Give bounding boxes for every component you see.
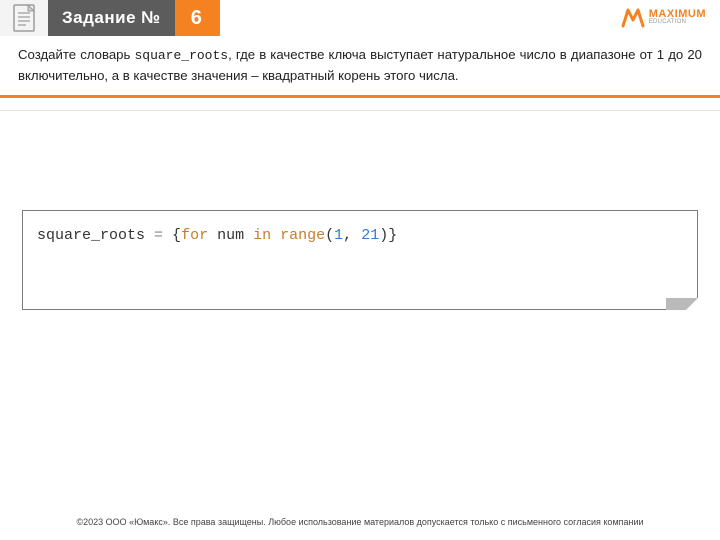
grey-divider — [0, 110, 720, 111]
code-token-builtin: range — [280, 227, 325, 244]
code-token: square_roots — [37, 227, 154, 244]
code-token: , — [343, 227, 361, 244]
code-token: ( — [325, 227, 334, 244]
orange-divider — [0, 95, 720, 98]
brand-logo: MAXIMUM EDUCATION — [621, 6, 706, 28]
code-line: square_roots = {for num in range(1, 21)} — [37, 227, 683, 244]
code-token: num — [208, 227, 253, 244]
task-description-wrap: Создайте словарь square_roots, где в кач… — [0, 36, 720, 95]
code-area: square_roots = {for num in range(1, 21)} — [22, 210, 698, 310]
code-token-number: 21 — [361, 227, 379, 244]
logo-mark-icon — [621, 6, 645, 28]
page-corner-fold-icon — [666, 298, 698, 310]
task-code-name: square_roots — [134, 48, 228, 63]
task-text-1: Создайте словарь — [18, 47, 134, 62]
code-token-number: 1 — [334, 227, 343, 244]
code-token-keyword: in — [253, 227, 271, 244]
task-description: Создайте словарь square_roots, где в кач… — [18, 45, 702, 85]
copyright-text: ©2023 ООО «Юмакс». Все права защищены. Л… — [76, 517, 643, 527]
code-token-assign: = — [154, 227, 163, 244]
document-icon — [12, 4, 36, 32]
doc-icon-wrap — [0, 0, 48, 36]
code-box: square_roots = {for num in range(1, 21)} — [22, 210, 698, 310]
slide: Задание № 6 MAXIMUM EDUCATION Создайте с… — [0, 0, 720, 540]
logo-text-stack: MAXIMUM EDUCATION — [649, 9, 706, 25]
logo-subtext: EDUCATION — [649, 19, 706, 25]
footer: ©2023 ООО «Юмакс». Все права защищены. Л… — [0, 512, 720, 530]
task-number: 6 — [191, 7, 202, 30]
task-number-block: 6 — [173, 0, 220, 36]
code-token — [271, 227, 280, 244]
code-token: { — [163, 227, 181, 244]
task-title: Задание № — [62, 8, 161, 28]
code-token: )} — [379, 227, 397, 244]
header: Задание № 6 MAXIMUM EDUCATION — [0, 0, 720, 36]
title-block: Задание № — [48, 0, 175, 36]
code-token-keyword: for — [181, 227, 208, 244]
header-left: Задание № 6 — [0, 0, 220, 36]
